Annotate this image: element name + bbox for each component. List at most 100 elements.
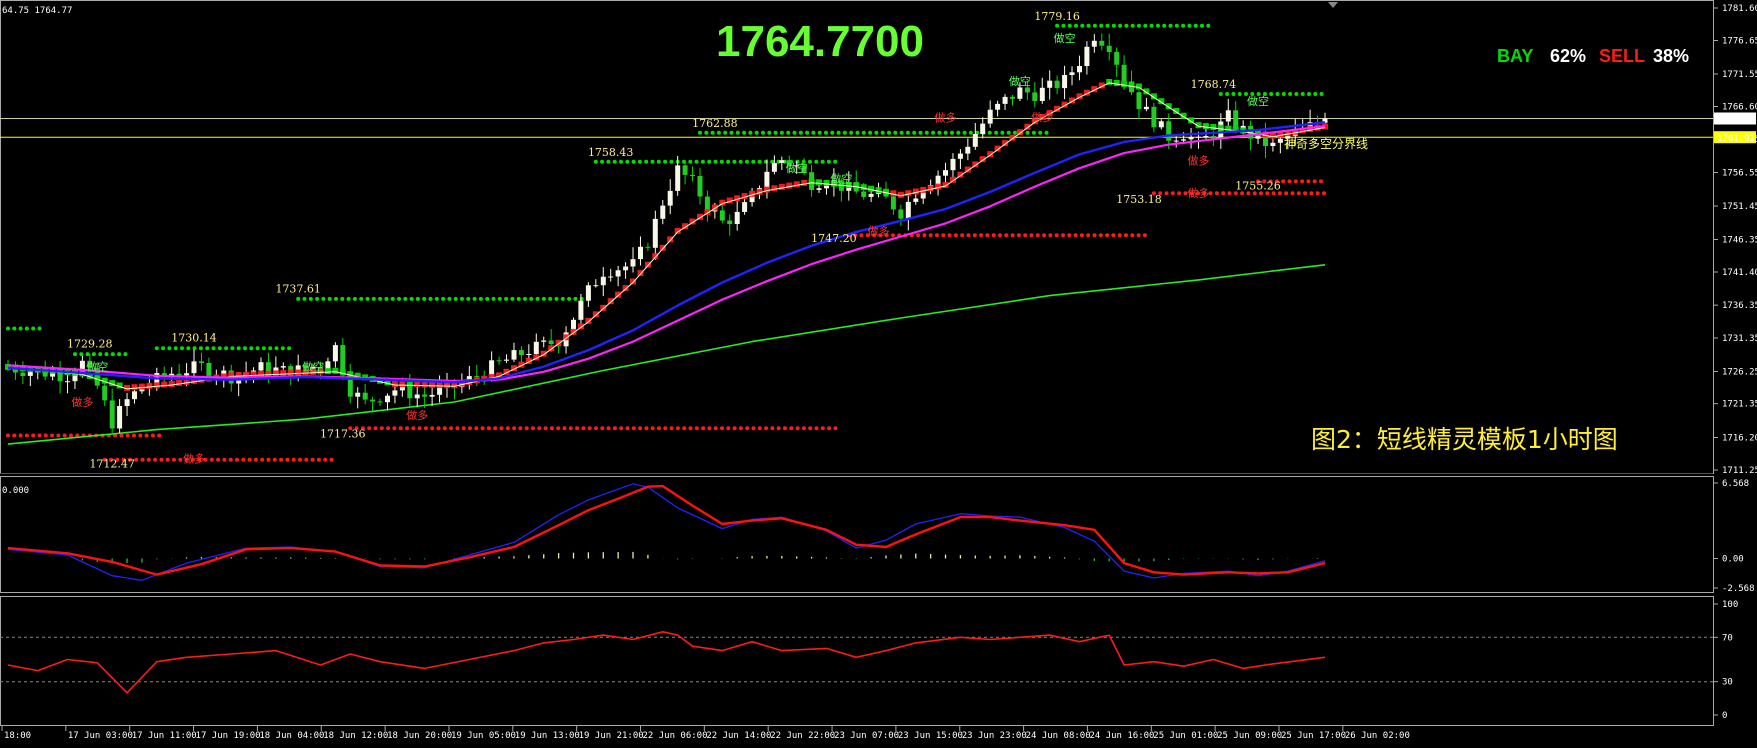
support-dot [783, 426, 787, 431]
resistance-dot [315, 296, 320, 301]
price-axis-tick-label: 1741.40 [1722, 268, 1757, 278]
resistance-dot [710, 130, 715, 135]
resistance-dot [173, 346, 178, 351]
candle-body [1091, 40, 1097, 47]
resistance-dot [798, 130, 803, 135]
support-dot [524, 426, 529, 431]
support-dot [1221, 191, 1226, 196]
support-dot [947, 233, 952, 238]
candle-body [1002, 96, 1008, 104]
resistance-dot [6, 326, 10, 331]
candle-body [630, 259, 636, 267]
time-axis-tick-label: 23 Jun 23:00 [962, 731, 1027, 741]
support-dot [562, 426, 567, 431]
sell-label: SELL [1599, 46, 1645, 66]
resistance-dot [205, 346, 210, 351]
support-dot [159, 457, 164, 462]
resistance-dot [327, 296, 332, 301]
resistance-dot [700, 159, 705, 164]
resistance-dot [485, 296, 490, 301]
trend-ribbon-block [778, 183, 785, 190]
support-dot [985, 233, 990, 238]
macd-pane: 0.000 [2, 483, 1326, 581]
support-dot [960, 233, 965, 238]
resistance-dot [943, 130, 948, 135]
trend-ribbon-block [176, 379, 183, 386]
time-axis-tick-label: 18 Jun 20:00 [387, 731, 452, 741]
main-pane-frame [0, 0, 1714, 474]
resistance-dot [669, 159, 674, 164]
resistance-dot [37, 326, 42, 331]
trend-ribbon-block [823, 180, 830, 186]
resistance-dot [619, 159, 623, 164]
pane-frames [0, 0, 1714, 726]
support-dot [480, 426, 485, 431]
resistance-dot [117, 352, 122, 357]
support-dot [619, 426, 624, 431]
resistance-dot [110, 352, 115, 357]
chevron-down-icon[interactable] [1328, 2, 1338, 8]
trend-ribbon-block [816, 179, 822, 186]
candle-body [1010, 96, 1015, 99]
support-dot [531, 426, 535, 431]
resistance-dot [726, 159, 731, 164]
support-dot [827, 426, 832, 431]
candle-body [1166, 121, 1172, 141]
support-dot [512, 426, 517, 431]
resistance-dot [1061, 23, 1066, 28]
support-dot [222, 457, 227, 462]
resistance-dot [560, 296, 565, 301]
support-dot [1130, 233, 1135, 238]
support-dot [581, 426, 586, 431]
support-dot [795, 426, 800, 431]
resistance-dot [79, 352, 84, 357]
resistance-dot [1162, 23, 1167, 28]
support-dot [266, 457, 271, 462]
trend-ribbon-block [406, 381, 413, 388]
support-dot [820, 426, 825, 431]
time-axis-tick-label: 25 Jun 09:00 [1217, 731, 1282, 741]
support-dot [228, 457, 233, 462]
resistance-dot [1307, 92, 1311, 96]
support-dot [575, 426, 580, 431]
resistance-dot [719, 159, 724, 164]
support-dot [24, 433, 29, 438]
support-dot [1293, 179, 1298, 184]
support-dot [518, 426, 523, 431]
resistance-dot [1006, 130, 1011, 135]
candle-body [652, 218, 658, 248]
signal-mark: 做空 [302, 360, 324, 374]
price-label: 1717.36 [320, 428, 366, 441]
resistance-dot [1181, 23, 1186, 28]
resistance-dot [1168, 23, 1173, 28]
resistance-dot [1313, 92, 1318, 96]
trend-ribbon-block [131, 384, 138, 391]
candle-body [965, 146, 971, 154]
resistance-dot [1294, 92, 1299, 96]
support-dot [1214, 191, 1219, 196]
time-axis-tick-label: 17 Jun 19:00 [196, 731, 261, 741]
support-dot [150, 433, 155, 438]
candle-body [593, 285, 599, 287]
resistance-dot [1074, 23, 1078, 28]
support-dot [1322, 191, 1326, 196]
resistance-dot [466, 296, 471, 301]
candle-body [1017, 87, 1023, 99]
support-dot [701, 426, 706, 431]
trend-ribbon-block [280, 370, 287, 377]
support-dot [1105, 233, 1110, 238]
trend-ribbon-block [890, 190, 897, 197]
candle-body [414, 394, 420, 399]
resistance-dot [415, 296, 420, 301]
resistance-dot [384, 296, 389, 301]
candle-body [1069, 72, 1075, 75]
candle-body [697, 176, 703, 197]
trend-ribbon-block [853, 182, 860, 189]
resistance-dot [820, 159, 825, 164]
trend-ribbon-block [622, 285, 629, 292]
support-dot [600, 426, 605, 431]
time-axis-tick-label: 22 Jun 14:00 [706, 731, 771, 741]
candle-body [1143, 106, 1149, 110]
candle-body [496, 360, 502, 362]
support-dot [392, 426, 397, 431]
